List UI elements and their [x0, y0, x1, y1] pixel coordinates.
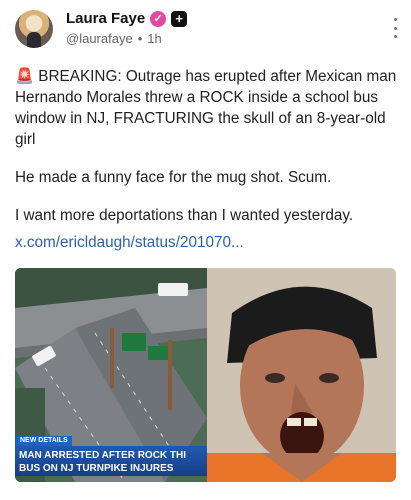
post-paragraph-2: He made a funny face for the mug shot. S…	[15, 169, 332, 186]
plus-icon: +	[171, 10, 188, 27]
author-name[interactable]: Laura Faye	[66, 10, 145, 27]
news-headline-line-2: BUS ON NJ TURNPIKE INJURES	[19, 463, 174, 474]
separator-dot: •	[137, 31, 143, 46]
media-image[interactable]: NEW DETAILS MAN ARRESTED AFTER ROCK THI …	[15, 268, 396, 482]
mugshot-photo	[207, 268, 396, 482]
post-paragraph-1: 🚨 BREAKING: Outrage has erupted after Me…	[15, 68, 397, 148]
post-body: 🚨 BREAKING: Outrage has erupted after Me…	[15, 66, 400, 226]
post-paragraph-3: I want more deportations than I wanted y…	[15, 207, 354, 224]
author-handle[interactable]: @laurafaye	[66, 31, 133, 46]
news-headline: MAN ARRESTED AFTER ROCK THI BUS ON NJ TU…	[15, 446, 207, 476]
verified-icon: ✓	[150, 10, 167, 27]
post-time: 1h	[147, 31, 162, 46]
author-row: Laura Faye ✓ +	[66, 10, 188, 27]
handle-row: @laurafaye • 1h	[66, 31, 162, 46]
post-header: Laura Faye ✓ + @laurafaye • 1h	[15, 8, 399, 48]
news-headline-line-1: MAN ARRESTED AFTER ROCK THI	[19, 450, 187, 461]
more-options-icon[interactable]	[391, 18, 399, 38]
news-tag: NEW DETAILS	[16, 436, 72, 446]
post-link[interactable]: x.com/ericldaugh/status/201070...	[15, 234, 244, 252]
avatar[interactable]	[15, 10, 53, 48]
